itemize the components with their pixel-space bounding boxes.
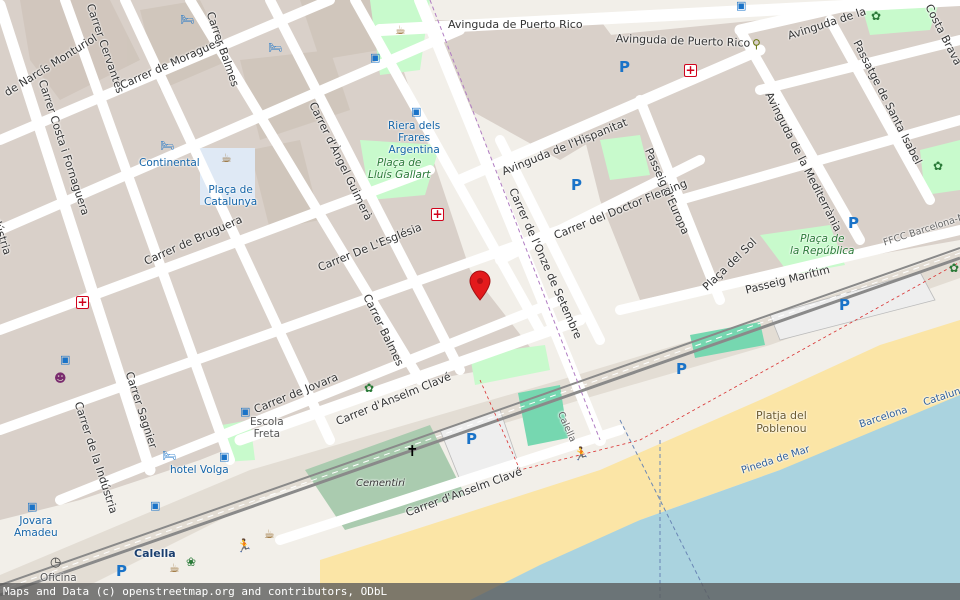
- poi-label-lluis-gallart: Plaça de Lluís Gallart: [368, 157, 431, 181]
- bus-stop-icon[interactable]: ▣: [240, 406, 250, 417]
- poi-label-continental: Continental: [139, 157, 200, 169]
- pharmacy-icon[interactable]: +: [76, 296, 89, 309]
- cemetery-icon: ✝: [406, 442, 419, 460]
- pharmacy-icon[interactable]: +: [431, 208, 444, 221]
- picnic-icon: ✿: [949, 261, 960, 275]
- cafe-icon[interactable]: ☕: [395, 24, 406, 36]
- poi-label-escola-freta: Escola Freta: [250, 416, 284, 440]
- hotel-icon[interactable]: 🛏: [180, 14, 194, 25]
- parking-icon[interactable]: P: [571, 178, 582, 193]
- poi-label-jovara-amadeu: Jovara Amadeu: [14, 515, 58, 539]
- poi-label-catalunya: Plaça de Catalunya: [204, 184, 258, 208]
- street-label-puerto-rico-1: Avinguda de Puerto Rico: [448, 18, 583, 31]
- beach-label-poblenou: Platja del Poblenou: [756, 409, 807, 435]
- bus-stop-icon[interactable]: ▣: [411, 106, 421, 117]
- bus-stop-icon[interactable]: ▣: [219, 451, 229, 462]
- map-attribution: Maps and Data (c) openstreetmap.org and …: [0, 583, 960, 600]
- picnic-icon: ✿: [364, 381, 375, 395]
- parking-icon[interactable]: P: [466, 432, 477, 447]
- parking-icon[interactable]: P: [848, 216, 859, 231]
- cafe-icon[interactable]: ☕: [221, 152, 232, 164]
- bus-stop-icon[interactable]: ▣: [736, 0, 746, 11]
- poi-label-calella: Calella: [134, 547, 176, 560]
- hotel-icon[interactable]: 🛏: [268, 42, 282, 53]
- parking-icon[interactable]: P: [676, 362, 687, 377]
- hotel-icon[interactable]: 🛏: [162, 450, 176, 461]
- dog-park-icon: ❀: [186, 555, 197, 569]
- parking-icon[interactable]: P: [116, 564, 127, 579]
- poi-label-cementiri: Cementiri: [356, 478, 405, 489]
- bus-stop-icon[interactable]: ▣: [60, 354, 70, 365]
- sports-icon: 🏃: [573, 447, 590, 462]
- poi-label-riera: Riera dels Frares Argentina: [388, 120, 441, 156]
- bus-stop-icon[interactable]: ▣: [150, 500, 160, 511]
- sports-icon: 🏃: [236, 539, 253, 554]
- poi-label-republica: Plaça de la República: [790, 233, 855, 257]
- pharmacy-icon[interactable]: +: [684, 64, 697, 77]
- fountain-icon: ⚲: [752, 37, 761, 51]
- picnic-icon: ✿: [933, 159, 944, 173]
- cafe-icon[interactable]: ☕: [169, 562, 180, 574]
- cafe-icon[interactable]: ☕: [264, 528, 275, 540]
- poi-label-hotel-volga: hotel Volga: [170, 464, 229, 476]
- map-view[interactable]: de Narcís Monturiol Carrer Cervantes Car…: [0, 0, 960, 600]
- theatre-icon: ☻: [54, 371, 67, 385]
- map-canvas[interactable]: [0, 0, 960, 600]
- parking-icon[interactable]: P: [619, 60, 630, 75]
- picnic-icon: ✿: [871, 9, 882, 23]
- bus-stop-icon[interactable]: ▣: [370, 52, 380, 63]
- parking-icon[interactable]: P: [839, 298, 850, 313]
- bus-stop-icon[interactable]: ▣: [27, 501, 37, 512]
- clock-icon: ◷: [50, 555, 62, 570]
- hotel-icon[interactable]: 🛏: [160, 140, 174, 151]
